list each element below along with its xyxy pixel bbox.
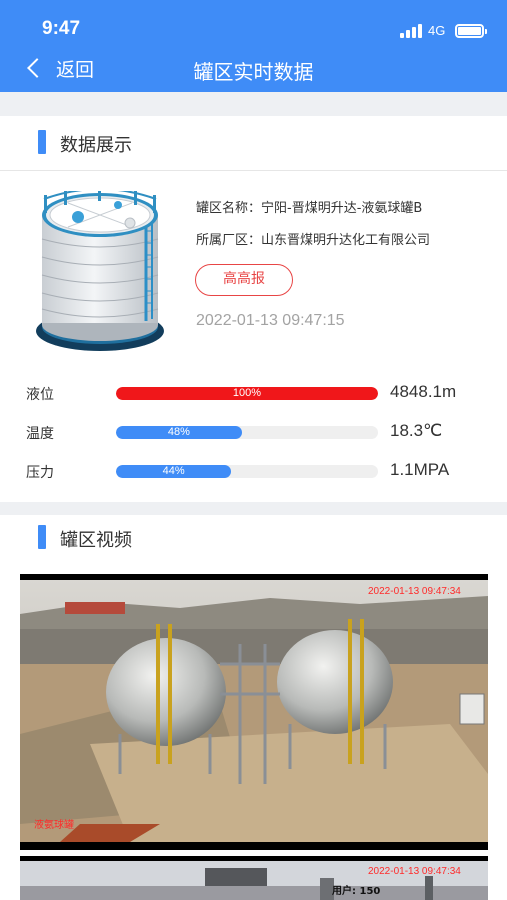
progress-percent: 44%	[162, 465, 185, 477]
video-timestamp: 2022-01-13 09:47:34	[368, 586, 461, 597]
tank-name: 罐区名称：宁阳-晋煤明升达-液氨球罐B	[196, 201, 423, 216]
metric-row-temperature: 温度 48% 18.3℃	[0, 421, 507, 445]
update-timestamp: 2022-01-13 09:47:15	[196, 312, 345, 329]
metric-label: 液位	[26, 387, 54, 403]
data-display-card: 数据展示 罐区名称：宁阳-晋煤明升达-液氨球罐B 所属厂区：山东晋煤明升达化工有…	[0, 116, 507, 502]
metric-value: 18.3℃	[390, 421, 443, 440]
video-card: 罐区视频 2022-01-13 09:47:34 液氨球罐 2022-01-13…	[0, 515, 507, 900]
data-section-header: 数据展示	[0, 116, 507, 171]
metric-row-pressure: 压力 44% 1.1MPA	[0, 460, 507, 484]
progress-track: 44%	[116, 465, 378, 478]
storage-tank-icon	[36, 191, 164, 351]
video-player[interactable]: 2022-01-13 09:47:34 液氨球罐	[20, 574, 488, 850]
video-timestamp: 2022-01-13 09:47:34	[368, 866, 461, 877]
alarm-status-button[interactable]: 高高报	[195, 264, 293, 296]
network-label: 4G	[428, 23, 446, 38]
video-user-label: 用户: 150	[331, 884, 380, 897]
progress-track: 48%	[116, 426, 378, 439]
video-caption: 液氨球罐	[34, 818, 74, 831]
metric-row-level: 液位 100% 4848.1m	[0, 382, 507, 406]
plant-area: 所属厂区：山东晋煤明升达化工有限公司	[196, 233, 431, 248]
video-player[interactable]: 2022-01-13 09:47:34 用户: 150	[20, 856, 488, 900]
section-marker	[38, 130, 46, 154]
data-section-title: 数据展示	[60, 135, 132, 156]
nav-bar: 返回 罐区实时数据	[0, 44, 507, 92]
signal-icon	[400, 24, 424, 38]
metric-label: 压力	[26, 465, 54, 481]
video-frame: 2022-01-13 09:47:34 液氨球罐	[20, 574, 488, 850]
status-bar: 9:47 4G	[0, 0, 507, 44]
status-time: 9:47	[42, 18, 81, 39]
progress-percent: 100%	[232, 387, 262, 399]
video-section-title: 罐区视频	[60, 530, 132, 551]
progress-track: 100%	[116, 387, 378, 400]
video-frame: 2022-01-13 09:47:34 用户: 150	[20, 856, 488, 900]
metric-label: 温度	[26, 426, 54, 442]
metric-value: 1.1MPA	[390, 460, 450, 479]
battery-icon	[455, 24, 487, 38]
section-marker	[38, 525, 46, 549]
page-title: 罐区实时数据	[193, 60, 314, 84]
video-section-header: 罐区视频	[0, 515, 507, 562]
progress-percent: 48%	[167, 426, 190, 438]
metric-value: 4848.1m	[390, 382, 457, 401]
